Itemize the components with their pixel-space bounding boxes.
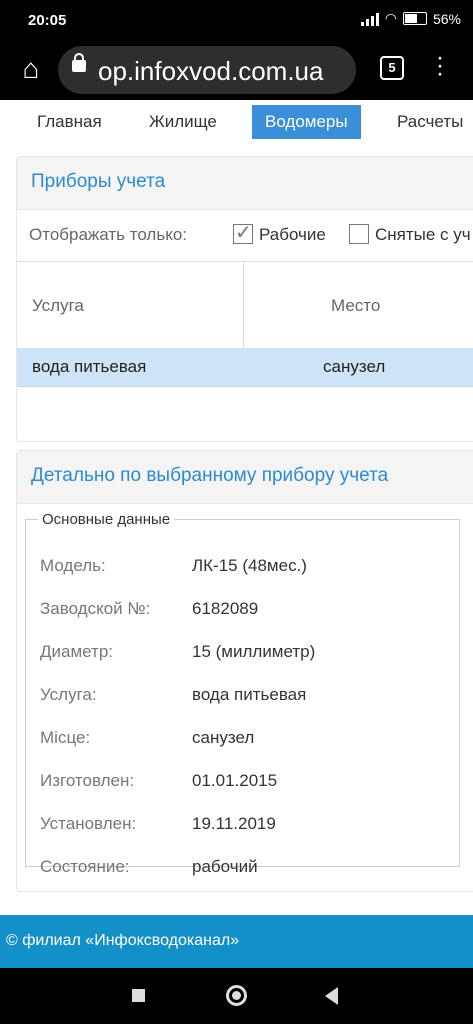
status-bar: 20:05 ◠ 56%	[0, 0, 473, 40]
tab-water-meters[interactable]: Водомеры	[252, 105, 361, 139]
working-label[interactable]: Рабочие	[259, 225, 326, 245]
meters-panel-header: Приборы учета	[17, 157, 473, 210]
working-checkbox[interactable]	[233, 220, 253, 245]
signal-icon	[360, 12, 379, 26]
tab-housing[interactable]: Жилище	[136, 105, 230, 139]
browser-toolbar: ⌂ op.infoxvod.com.ua 5 · · ·	[0, 40, 473, 100]
battery-icon	[402, 12, 427, 25]
details-panel: Детально по выбранному прибору учета Осн…	[16, 450, 473, 892]
clock: 20:05	[28, 12, 67, 29]
column-place[interactable]: Место	[331, 296, 380, 316]
filter-row: Отображать только: Рабочие Снятые с уч	[17, 209, 473, 262]
wifi-icon: ◠	[384, 10, 397, 26]
site-footer: © филиал «Инфоксводоканал»	[0, 915, 473, 968]
recents-icon[interactable]	[132, 989, 145, 1002]
lock-icon	[72, 53, 86, 72]
meters-panel: Приборы учета Отображать только: Рабочие…	[16, 156, 473, 442]
status-icons: ◠ 56%	[360, 10, 461, 27]
removed-label[interactable]: Снятые с уч	[375, 225, 471, 245]
home-button-icon[interactable]	[226, 985, 247, 1006]
details-title: Детально по выбранному прибору учета	[31, 465, 389, 486]
details-panel-header: Детально по выбранному прибору учета	[17, 451, 473, 504]
tab-payments[interactable]: Расчеты	[384, 105, 473, 139]
filter-label: Отображать только:	[29, 225, 187, 244]
home-icon[interactable]: ⌂	[14, 52, 48, 86]
back-icon[interactable]	[325, 987, 338, 1005]
more-menu-icon[interactable]: · · ·	[430, 46, 450, 86]
meters-title: Приборы учета	[31, 171, 166, 192]
battery-level: 56%	[432, 10, 461, 27]
column-divider	[243, 262, 244, 348]
basic-data-group: Основные данные Модель: ЛК-15 (48мес.) За…	[25, 511, 460, 876]
address-bar[interactable]: op.infoxvod.com.ua	[58, 46, 356, 94]
footer-text: © филиал «Инфоксводоканал»	[6, 932, 240, 949]
system-nav-bar	[0, 968, 473, 1024]
page-content: Главная Жилище Водомеры Расчеты Приборы …	[0, 100, 473, 915]
table-header: Услуга Место	[17, 262, 473, 349]
table-row[interactable]: вода питьевая санузел	[17, 348, 473, 387]
tab-switcher-button[interactable]: 5	[380, 56, 404, 80]
basic-data-legend: Основные данные	[42, 511, 171, 528]
removed-checkbox[interactable]	[349, 224, 369, 244]
column-service[interactable]: Услуга	[32, 296, 84, 316]
main-nav: Главная Жилище Водомеры Расчеты	[0, 100, 473, 146]
row-service: вода питьевая	[32, 357, 147, 376]
row-place: санузел	[323, 357, 386, 376]
url-text: op.infoxvod.com.ua	[98, 56, 324, 86]
tab-home[interactable]: Главная	[24, 105, 115, 139]
